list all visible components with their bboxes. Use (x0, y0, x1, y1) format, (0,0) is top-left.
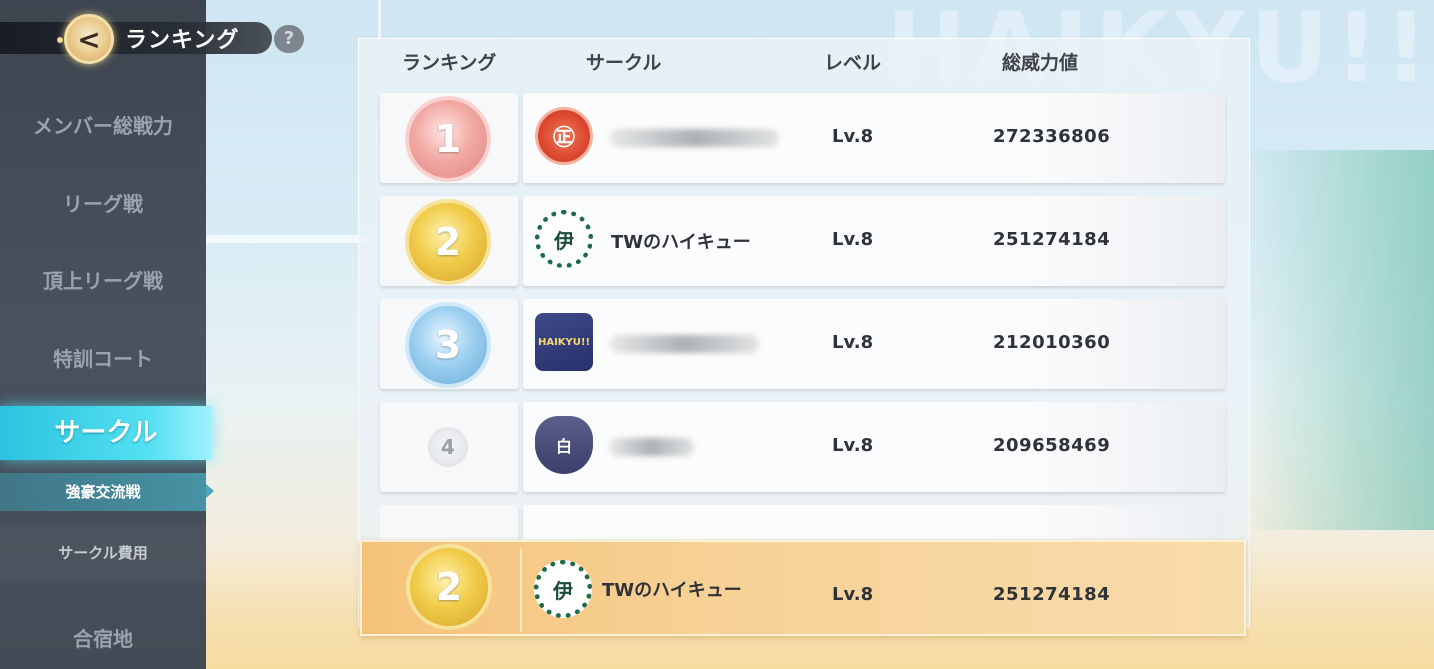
sidebar-item-camp[interactable]: 合宿地 (0, 623, 206, 652)
circle-cell: 白 Lv.8 209658469 (523, 402, 1225, 492)
column-header-power: 総威力値 (1002, 52, 1079, 74)
circle-cell: ㊣ Lv.8 272336806 (523, 93, 1225, 183)
column-header-rank: ランキング (402, 52, 497, 74)
table-row[interactable]: 2 伊 TWのハイキュー Lv.8 251274184 (380, 196, 1225, 286)
sidebar-subitem-circle-fee[interactable]: サークル費用 (0, 525, 206, 581)
circle-cell (523, 505, 1225, 539)
background-net (206, 235, 366, 243)
circle-power: 272336806 (993, 126, 1111, 147)
my-circle-emblem-icon: 伊 (534, 560, 592, 618)
column-header-level: レベル (824, 52, 882, 74)
rank-1-medal-icon: 1 (405, 96, 491, 182)
back-button[interactable]: < (64, 14, 114, 64)
sidebar-item-league[interactable]: リーグ戦 (0, 188, 206, 217)
my-circle-level: Lv.8 (832, 584, 874, 605)
my-circle-row[interactable]: 2 伊 TWのハイキュー Lv.8 251274184 (360, 540, 1246, 636)
my-circle-power: 251274184 (993, 584, 1111, 605)
decor-dot (57, 37, 63, 43)
sidebar-item-training-court[interactable]: 特訓コート (0, 343, 206, 372)
table-row[interactable]: 4 白 Lv.8 209658469 (380, 402, 1225, 492)
circle-level: Lv.8 (832, 229, 874, 250)
blurred-circle-name (609, 438, 694, 456)
circle-level: Lv.8 (832, 126, 874, 147)
sidebar-item-top-league[interactable]: 頂上リーグ戦 (0, 265, 206, 294)
table-row-partial[interactable] (380, 505, 1225, 539)
rank-cell: 3 (380, 299, 518, 389)
table-row[interactable]: 3 HAIKYU!! Lv.8 212010360 (380, 299, 1225, 389)
circle-cell: HAIKYU!! Lv.8 212010360 (523, 299, 1225, 389)
blurred-circle-name (609, 335, 759, 353)
blurred-circle-name (609, 129, 779, 147)
help-button[interactable]: ? (274, 25, 304, 53)
circle-cell: 伊 TWのハイキュー Lv.8 251274184 (523, 196, 1225, 286)
sidebar-item-member-power[interactable]: メンバー総戦力 (0, 110, 206, 139)
divider (520, 548, 522, 632)
back-arrow-icon: < (77, 22, 101, 56)
background-foliage (1244, 150, 1434, 530)
circle-level: Lv.8 (832, 332, 874, 353)
circle-emblem-icon: 白 (535, 416, 593, 474)
rank-cell (380, 505, 518, 539)
sidebar-subitem-rival-match[interactable]: 強豪交流戦 (0, 473, 206, 511)
rank-2-medal-icon: 2 (405, 199, 491, 285)
circle-power: 212010360 (993, 332, 1111, 353)
table-row[interactable]: 1 ㊣ Lv.8 272336806 (380, 93, 1225, 183)
circle-emblem-icon: HAIKYU!! (535, 313, 593, 371)
rank-cell: 1 (380, 93, 518, 183)
sidebar-item-circle[interactable]: サークル (0, 406, 212, 460)
column-header-circle: サークル (586, 52, 662, 74)
page-title: ランキング (125, 28, 240, 53)
sidebar: メンバー総戦力 リーグ戦 頂上リーグ戦 特訓コート サークル 強豪交流戦 サーク… (0, 0, 212, 669)
rank-cell: 2 (380, 196, 518, 286)
my-circle-name: TWのハイキュー (602, 580, 742, 601)
circle-power: 251274184 (993, 229, 1111, 250)
circle-emblem-icon: ㊣ (535, 107, 593, 165)
circle-name: TWのハイキュー (611, 232, 751, 253)
circle-power: 209658469 (993, 435, 1111, 456)
selected-indicator-icon (206, 484, 214, 498)
rank-4-medal-icon: 4 (428, 427, 468, 467)
rank-3-medal-icon: 3 (405, 302, 491, 388)
background-post (378, 0, 381, 40)
circle-level: Lv.8 (832, 435, 874, 456)
circle-emblem-icon: 伊 (535, 210, 593, 268)
rank-cell: 4 (380, 402, 518, 492)
my-rank-medal-icon: 2 (406, 544, 492, 630)
